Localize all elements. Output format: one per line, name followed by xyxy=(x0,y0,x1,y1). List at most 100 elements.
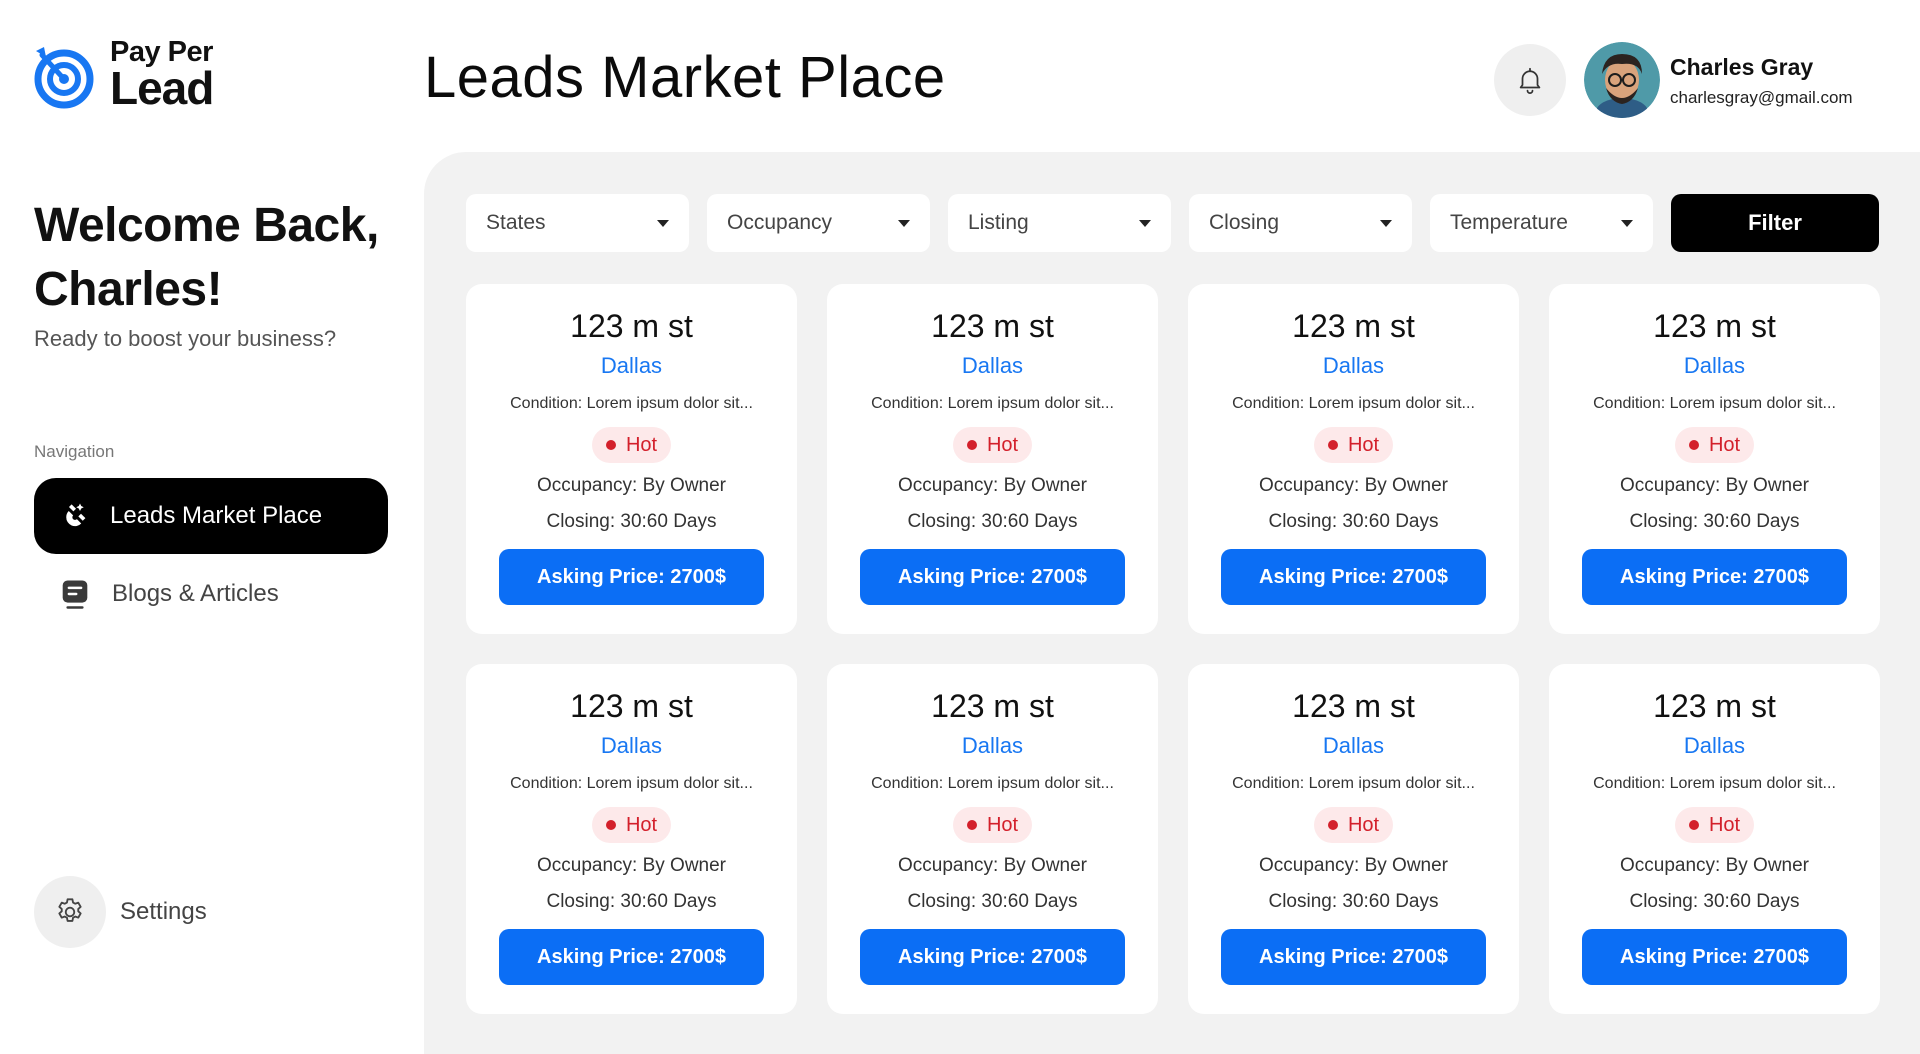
card-closing: Closing: 30:60 Days xyxy=(546,891,717,912)
temperature-label: Hot xyxy=(1708,433,1741,456)
asking-price-button[interactable]: Asking Price: 2700$ xyxy=(1582,929,1847,985)
user-email: charlesgray@gmail.com xyxy=(1670,88,1853,107)
card-closing: Closing: 30:60 Days xyxy=(1268,511,1439,532)
target-icon xyxy=(34,46,94,108)
card-condition: Condition: Lorem ipsum dolor sit... xyxy=(1593,395,1836,412)
lead-card[interactable]: 123 m st Dallas Condition: Lorem ipsum d… xyxy=(1188,664,1519,1014)
app-root: Pay Per Lead Leads Market Place Charles … xyxy=(0,0,1920,1054)
asking-price-button[interactable]: Asking Price: 2700$ xyxy=(860,549,1125,605)
temperature-badge: Hot xyxy=(591,427,672,463)
card-occupancy: Occupancy: By Owner xyxy=(897,475,1088,496)
select-label: States xyxy=(486,211,546,234)
card-occupancy: Occupancy: By Owner xyxy=(1258,855,1449,876)
lead-card[interactable]: 123 m st Dallas Condition: Lorem ipsum d… xyxy=(466,284,797,634)
card-city[interactable]: Dallas xyxy=(1323,733,1384,759)
card-condition: Condition: Lorem ipsum dolor sit... xyxy=(1232,775,1475,792)
temperature-badge: Hot xyxy=(591,807,672,843)
card-city[interactable]: Dallas xyxy=(601,733,662,759)
hot-dot-icon xyxy=(1688,820,1699,830)
card-occupancy: Occupancy: By Owner xyxy=(536,475,727,496)
temperature-label: Hot xyxy=(986,433,1019,456)
hot-dot-icon xyxy=(966,820,977,830)
temperature-label: Hot xyxy=(1708,813,1741,836)
card-street: 123 m st xyxy=(1292,688,1415,724)
user-avatar-illustration xyxy=(1584,42,1660,118)
settings-label[interactable]: Settings xyxy=(120,898,207,926)
card-condition: Condition: Lorem ipsum dolor sit... xyxy=(871,395,1114,412)
logo[interactable]: Pay Per Lead xyxy=(34,38,214,114)
lead-card[interactable]: 123 m st Dallas Condition: Lorem ipsum d… xyxy=(1188,284,1519,634)
avatar[interactable] xyxy=(1584,42,1660,118)
sidebar-item-leads-market-place[interactable]: Leads Market Place xyxy=(34,478,388,554)
asking-price-button[interactable]: Asking Price: 2700$ xyxy=(1221,549,1486,605)
filter-bar: States Occupancy Listing Closing Tempera… xyxy=(466,194,1879,252)
notifications-button[interactable] xyxy=(1494,44,1566,116)
temperature-label: Hot xyxy=(625,433,658,456)
filter-button[interactable]: Filter xyxy=(1671,194,1879,252)
lead-card[interactable]: 123 m st Dallas Condition: Lorem ipsum d… xyxy=(1549,664,1880,1014)
card-closing: Closing: 30:60 Days xyxy=(907,891,1078,912)
card-street: 123 m st xyxy=(1653,308,1776,344)
card-closing: Closing: 30:60 Days xyxy=(1268,891,1439,912)
listing-select[interactable]: Listing xyxy=(948,194,1171,252)
asking-price-button[interactable]: Asking Price: 2700$ xyxy=(1221,929,1486,985)
hot-dot-icon xyxy=(605,820,616,830)
card-city[interactable]: Dallas xyxy=(1684,733,1745,759)
select-label: Closing xyxy=(1209,211,1280,234)
caret-down-icon xyxy=(1621,219,1633,227)
occupancy-select[interactable]: Occupancy xyxy=(707,194,930,252)
asking-price-button[interactable]: Asking Price: 2700$ xyxy=(860,929,1125,985)
select-label: Listing xyxy=(968,211,1029,234)
temperature-badge: Hot xyxy=(952,807,1033,843)
lead-card[interactable]: 123 m st Dallas Condition: Lorem ipsum d… xyxy=(466,664,797,1014)
card-city[interactable]: Dallas xyxy=(962,733,1023,759)
temperature-badge: Hot xyxy=(1674,807,1755,843)
hot-dot-icon xyxy=(1327,820,1338,830)
temperature-label: Hot xyxy=(986,813,1019,836)
sidebar-item-blogs-articles[interactable]: Blogs & Articles xyxy=(60,574,279,614)
asking-price-button[interactable]: Asking Price: 2700$ xyxy=(499,549,764,605)
main-panel: States Occupancy Listing Closing Tempera… xyxy=(424,152,1920,1054)
caret-down-icon xyxy=(1380,219,1392,227)
card-condition: Condition: Lorem ipsum dolor sit... xyxy=(1593,775,1836,792)
temperature-badge: Hot xyxy=(1313,427,1394,463)
temperature-badge: Hot xyxy=(1674,427,1755,463)
lead-card[interactable]: 123 m st Dallas Condition: Lorem ipsum d… xyxy=(827,284,1158,634)
welcome-heading: Welcome Back, Charles! xyxy=(34,194,394,322)
asking-price-button[interactable]: Asking Price: 2700$ xyxy=(1582,549,1847,605)
card-street: 123 m st xyxy=(570,688,693,724)
sidebar-item-label: Leads Market Place xyxy=(110,502,323,529)
card-city[interactable]: Dallas xyxy=(1684,353,1745,379)
caret-down-icon xyxy=(1139,219,1151,227)
card-city[interactable]: Dallas xyxy=(1323,353,1384,379)
closing-select[interactable]: Closing xyxy=(1189,194,1412,252)
temperature-select[interactable]: Temperature xyxy=(1430,194,1653,252)
sidebar-item-label: Blogs & Articles xyxy=(112,580,279,607)
logo-bottom-text: Lead xyxy=(110,62,214,114)
lead-card[interactable]: 123 m st Dallas Condition: Lorem ipsum d… xyxy=(1549,284,1880,634)
article-icon xyxy=(62,580,88,609)
temperature-label: Hot xyxy=(625,813,658,836)
temperature-label: Hot xyxy=(1347,813,1380,836)
card-street: 123 m st xyxy=(931,688,1054,724)
settings-button[interactable] xyxy=(34,876,106,948)
card-condition: Condition: Lorem ipsum dolor sit... xyxy=(510,395,753,412)
card-city[interactable]: Dallas xyxy=(962,353,1023,379)
caret-down-icon xyxy=(898,219,910,227)
card-city[interactable]: Dallas xyxy=(601,353,662,379)
temperature-badge: Hot xyxy=(1313,807,1394,843)
card-closing: Closing: 30:60 Days xyxy=(1629,511,1800,532)
select-label: Occupancy xyxy=(727,211,833,234)
caret-down-icon xyxy=(657,219,669,227)
lead-card[interactable]: 123 m st Dallas Condition: Lorem ipsum d… xyxy=(827,664,1158,1014)
card-condition: Condition: Lorem ipsum dolor sit... xyxy=(1232,395,1475,412)
page-title: Leads Market Place xyxy=(424,45,946,110)
card-occupancy: Occupancy: By Owner xyxy=(1619,855,1810,876)
card-occupancy: Occupancy: By Owner xyxy=(1619,475,1810,496)
card-closing: Closing: 30:60 Days xyxy=(907,511,1078,532)
states-select[interactable]: States xyxy=(466,194,689,252)
asking-price-button[interactable]: Asking Price: 2700$ xyxy=(499,929,764,985)
card-street: 123 m st xyxy=(1292,308,1415,344)
card-occupancy: Occupancy: By Owner xyxy=(1258,475,1449,496)
gear-icon xyxy=(58,898,82,922)
